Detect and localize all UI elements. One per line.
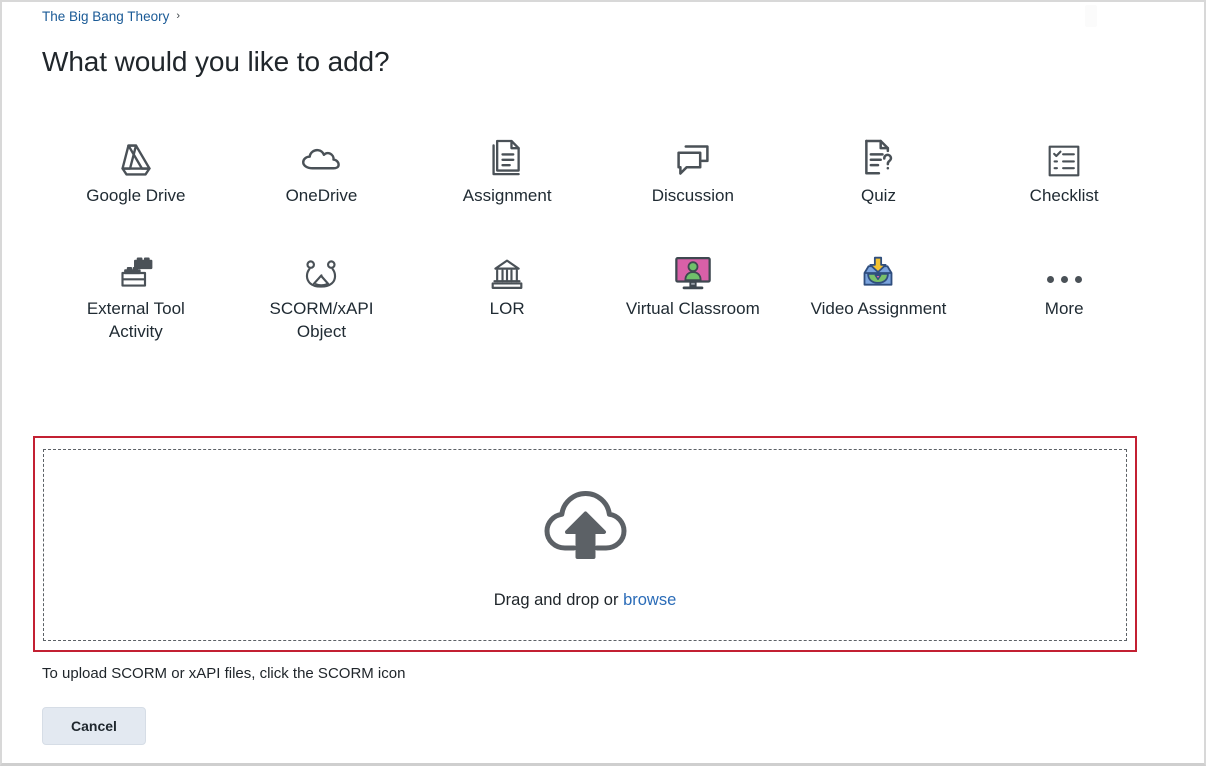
dropzone-text-prefix: Drag and drop or — [493, 590, 624, 609]
tool-label: Discussion — [651, 186, 734, 205]
lor-building-icon — [489, 243, 525, 291]
dropzone-text: Drag and drop or browse — [494, 590, 677, 610]
breadcrumb: The Big Bang Theory › — [42, 9, 180, 25]
tool-label: Video Assignment — [810, 299, 947, 318]
scorm-xapi-icon — [302, 243, 340, 291]
tool-label: Virtual Classroom — [625, 299, 760, 318]
breadcrumb-link-course[interactable]: The Big Bang Theory — [42, 9, 169, 25]
add-content-dialog: The Big Bang Theory › What would you lik… — [0, 0, 1206, 766]
cloud-upload-icon — [539, 485, 631, 568]
external-tool-lego-icon — [116, 243, 156, 291]
tool-video-assignment[interactable]: Video Assignment — [786, 237, 972, 345]
tool-label: Quiz — [861, 186, 896, 205]
more-ellipsis-icon — [1046, 243, 1082, 291]
tool-checklist[interactable]: Checklist — [971, 124, 1157, 209]
tool-virtual-classroom[interactable]: Virtual Classroom — [600, 237, 786, 345]
tool-label: Assignment — [462, 186, 552, 205]
tool-google-drive[interactable]: Google Drive — [43, 124, 229, 209]
checklist-icon — [1047, 130, 1081, 178]
tool-discussion[interactable]: Discussion — [600, 124, 786, 209]
page-title: What would you like to add? — [42, 46, 390, 77]
tool-scorm-xapi-object[interactable]: SCORM/xAPI Object — [229, 237, 415, 345]
tool-label: Google Drive — [86, 186, 186, 205]
cancel-button[interactable]: Cancel — [42, 707, 146, 745]
tool-lor[interactable]: LOR — [414, 237, 600, 345]
tool-label: More — [1044, 299, 1084, 318]
browse-link[interactable]: browse — [623, 591, 676, 609]
quiz-question-document-icon — [861, 130, 895, 178]
tool-more[interactable]: More — [971, 237, 1157, 345]
google-drive-icon — [117, 130, 155, 178]
tool-label: External Tool Activity — [86, 299, 185, 341]
tool-quiz[interactable]: Quiz — [786, 124, 972, 209]
assignment-document-icon — [490, 130, 524, 178]
tool-onedrive[interactable]: OneDrive — [229, 124, 415, 209]
discussion-speech-bubbles-icon — [674, 130, 712, 178]
chevron-right-icon: › — [176, 9, 180, 22]
file-dropzone[interactable]: Drag and drop or browse — [43, 449, 1127, 641]
onedrive-cloud-icon — [300, 130, 342, 178]
virtual-classroom-monitor-icon — [673, 243, 713, 291]
video-assignment-tray-icon — [858, 243, 898, 291]
scrollbar-thumb[interactable] — [1085, 5, 1097, 27]
tool-external-tool-activity[interactable]: External Tool Activity — [43, 237, 229, 345]
scorm-upload-hint: To upload SCORM or xAPI files, click the… — [42, 665, 406, 682]
tool-assignment[interactable]: Assignment — [414, 124, 600, 209]
content-type-grid: Google Drive OneDrive Assignment Discuss… — [43, 124, 1157, 345]
tool-label: OneDrive — [285, 186, 358, 205]
tool-label: Checklist — [1029, 186, 1099, 205]
tool-label: LOR — [489, 299, 525, 318]
tool-label: SCORM/xAPI Object — [269, 299, 374, 341]
